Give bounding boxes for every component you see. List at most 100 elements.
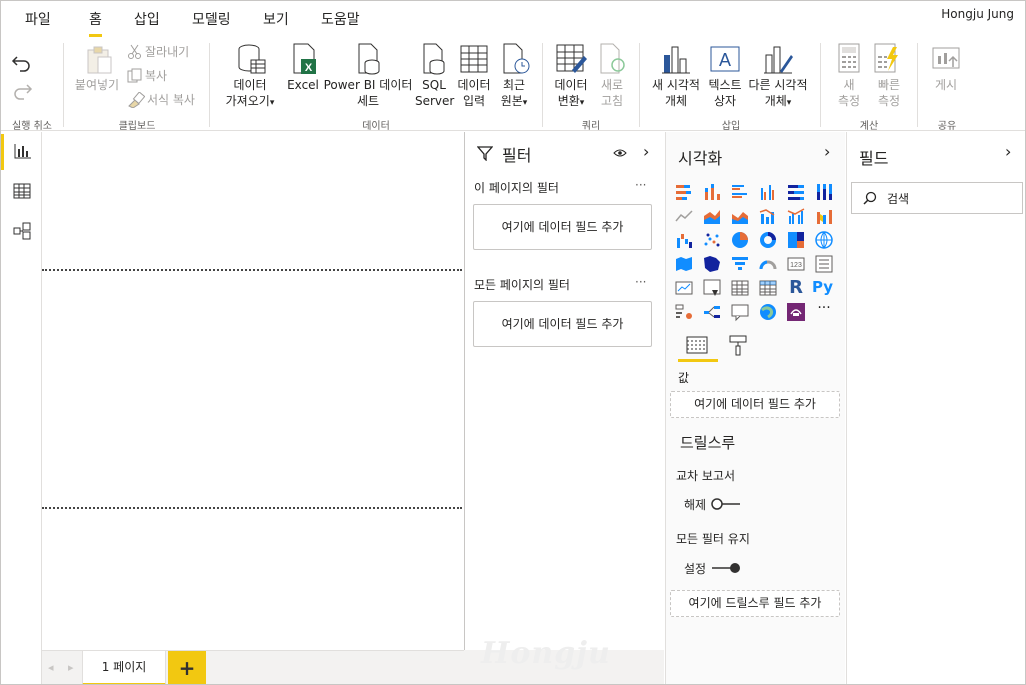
recent-sources-button[interactable]: 최근 원본▾ [495, 77, 533, 111]
scatter-chart-icon[interactable] [702, 230, 722, 250]
shape-map-icon[interactable] [702, 254, 722, 274]
treemap-icon[interactable] [786, 230, 806, 250]
key-influencers-icon[interactable] [674, 302, 694, 322]
filled-map-icon[interactable] [674, 254, 694, 274]
model-view-button[interactable] [1, 212, 41, 248]
100-stacked-bar-chart-icon[interactable] [786, 182, 806, 202]
power-apps-icon[interactable] [786, 302, 806, 322]
menu-tab-view[interactable]: 보기 [263, 9, 289, 29]
textbox-icon: A [710, 46, 740, 72]
chevron-down-icon: ▾ [786, 98, 792, 108]
multi-row-card-icon[interactable] [814, 254, 834, 274]
menu-tab-file[interactable]: 파일 [25, 9, 51, 29]
line-and-clustered-column-icon[interactable] [786, 206, 806, 226]
card-icon[interactable]: 123 [786, 254, 806, 274]
collapse-visualizations-icon[interactable]: › [824, 142, 830, 161]
fields-search-box[interactable]: 검색 [851, 182, 1023, 214]
arcgis-map-icon[interactable] [758, 302, 778, 322]
refresh-icon [600, 43, 625, 74]
collapse-filters-icon[interactable]: › [643, 142, 649, 161]
more-visuals-icon[interactable]: ··· [814, 300, 834, 320]
fields-tab-icon[interactable] [686, 335, 708, 355]
undo-icon[interactable] [11, 53, 33, 73]
line-chart-icon[interactable] [674, 206, 694, 226]
publish-button[interactable]: 게시 [927, 77, 965, 93]
report-view-button[interactable] [1, 134, 41, 170]
data-view-button[interactable] [1, 172, 41, 208]
100-stacked-column-chart-icon[interactable] [814, 182, 834, 202]
slicer-icon[interactable] [702, 278, 722, 298]
this-page-drop-zone[interactable]: 여기에 데이터 필드 추가 [473, 204, 652, 250]
keep-filters-toggle[interactable] [711, 562, 741, 574]
matrix-icon[interactable] [758, 278, 778, 298]
transform-data-button[interactable]: 데이터 변환▾ [549, 77, 593, 111]
new-measure-button[interactable]: 새 측정 [831, 77, 867, 109]
pie-chart-icon[interactable] [730, 230, 750, 250]
fields-pane: 필드 › 검색 [846, 132, 1025, 684]
python-visual-icon[interactable]: Py [812, 278, 838, 298]
format-painter-icon [128, 92, 145, 108]
all-pages-drop-zone[interactable]: 여기에 데이터 필드 추가 [473, 301, 652, 347]
clustered-column-chart-icon[interactable] [758, 182, 778, 202]
area-chart-icon[interactable] [702, 206, 722, 226]
enter-data-button[interactable]: 데이터 입력 [455, 77, 493, 109]
menu-tab-insert[interactable]: 삽입 [134, 9, 160, 29]
decomposition-tree-icon[interactable] [702, 302, 722, 322]
cross-report-toggle[interactable] [711, 498, 741, 510]
line-and-stacked-column-icon[interactable] [758, 206, 778, 226]
excel-button[interactable]: Excel [285, 77, 321, 93]
get-data-label-1: 데이터 [233, 78, 267, 92]
gauge-icon[interactable] [758, 254, 778, 274]
page-tab-1[interactable]: 1 페이지 [82, 651, 166, 684]
filter-icon [477, 146, 493, 161]
recent-label-1: 최근 [502, 78, 526, 92]
all-pages-filters-label: 모든 페이지의 필터 [474, 278, 570, 292]
ribbon: 실행 취소 붙여넣기 잘라내기 복사 서식 복사 클립보드 데이터 가져오기▾ X… [1, 37, 1025, 132]
drillthrough-well[interactable]: 여기에 드릴스루 필드 추가 [670, 590, 840, 617]
stacked-area-chart-icon[interactable] [730, 206, 750, 226]
eye-icon[interactable] [613, 148, 627, 158]
svg-text:A: A [719, 50, 731, 70]
clustered-bar-chart-icon[interactable] [730, 182, 750, 202]
format-tab-icon[interactable] [728, 334, 748, 356]
stacked-bar-chart-icon[interactable] [674, 182, 694, 202]
add-page-button[interactable]: + [168, 651, 206, 684]
menu-tab-home[interactable]: 홈 [89, 9, 102, 37]
pbi-dataset-button[interactable]: Power BI 데이터 세트 [321, 77, 415, 109]
collapse-fields-icon[interactable]: › [1005, 142, 1011, 161]
chevron-down-icon: ▾ [269, 98, 275, 108]
copy-button[interactable]: 복사 [145, 68, 185, 84]
menu-tab-modeling[interactable]: 모델링 [192, 9, 231, 29]
stacked-column-chart-icon[interactable] [702, 182, 722, 202]
quick-measure-button[interactable]: 빠른 측정 [869, 77, 909, 109]
values-well[interactable]: 여기에 데이터 필드 추가 [670, 391, 840, 418]
data-view-icon [13, 183, 31, 199]
more-visuals-button[interactable]: 다른 시각적 개체▾ [745, 77, 811, 111]
format-copy-button[interactable]: 서식 복사 [147, 92, 207, 108]
cut-button[interactable]: 잘라내기 [145, 44, 199, 60]
map-icon[interactable] [814, 230, 834, 250]
table-icon[interactable] [730, 278, 750, 298]
qna-icon[interactable] [730, 302, 750, 322]
user-name[interactable]: Hongju Jung [941, 7, 1014, 21]
get-data-button[interactable]: 데이터 가져오기▾ [217, 77, 283, 111]
r-script-visual-icon[interactable]: R [786, 277, 806, 298]
redo-icon[interactable] [11, 81, 33, 101]
refresh-button[interactable]: 새로 고침 [593, 77, 631, 109]
this-page-more-icon[interactable]: ··· [635, 178, 646, 192]
ribbon-chart-icon[interactable] [814, 206, 834, 226]
all-pages-more-icon[interactable]: ··· [635, 275, 646, 289]
new-visual-button[interactable]: 새 시각적 개체 [649, 77, 703, 109]
waterfall-chart-icon[interactable] [674, 230, 694, 250]
scroll-right-icon[interactable]: ▸ [68, 661, 74, 674]
funnel-chart-icon[interactable] [730, 254, 750, 274]
paste-button[interactable]: 붙여넣기 [71, 77, 123, 93]
kpi-icon[interactable] [674, 278, 694, 298]
sql-server-button[interactable]: SQL Server [415, 77, 454, 109]
report-canvas[interactable] [42, 132, 464, 650]
fields-tab-underline [678, 359, 718, 362]
textbox-button[interactable]: 텍스트 상자 [703, 77, 747, 109]
scroll-left-icon[interactable]: ◂ [48, 661, 54, 674]
donut-chart-icon[interactable] [758, 230, 778, 250]
menu-tab-help[interactable]: 도움말 [321, 9, 360, 29]
